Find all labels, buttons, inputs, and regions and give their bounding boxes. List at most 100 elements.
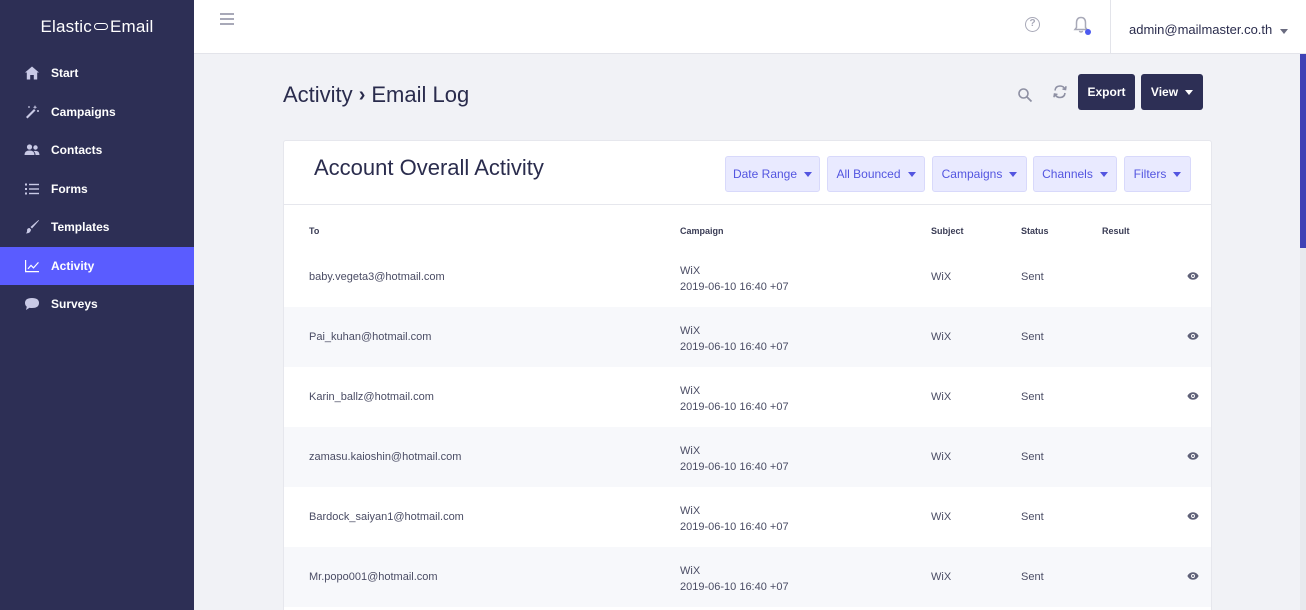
divider (1110, 0, 1111, 54)
eye-icon[interactable] (1187, 271, 1199, 283)
cell-campaign: WiX 2019-06-10 16:40 +07 (680, 323, 789, 355)
cell-status: Sent (1021, 391, 1044, 403)
scrollbar-thumb[interactable] (1300, 54, 1306, 248)
card-title: Account Overall Activity (314, 155, 544, 180)
users-icon (23, 142, 41, 158)
magic-wand-icon (23, 104, 41, 120)
filter-campaigns[interactable]: Campaigns (932, 156, 1027, 192)
table-row[interactable]: zamasu.kaioshin@hotmail.com WiX 2019-06-1… (284, 427, 1211, 487)
chevron-down-icon (1185, 89, 1194, 95)
cell-to: Karin_ballz@hotmail.com (309, 391, 434, 403)
column-header-status[interactable]: Status (1021, 226, 1049, 236)
chevron-down-icon (1173, 171, 1182, 177)
sidebar-item-label: Contacts (51, 143, 103, 158)
cell-campaign: WiX 2019-06-10 16:40 +07 (680, 263, 789, 295)
cell-to: zamasu.kaioshin@hotmail.com (309, 451, 462, 463)
user-menu[interactable]: admin@mailmaster.co.th (1129, 22, 1289, 37)
sidebar-nav: Start Campaigns Contacts Forms Templates… (0, 54, 194, 324)
sidebar-item-templates[interactable]: Templates (0, 208, 194, 247)
filter-label: Filters (1133, 167, 1167, 181)
sidebar-item-activity[interactable]: Activity (0, 246, 194, 285)
chart-line-icon (23, 258, 41, 274)
list-icon (23, 181, 41, 197)
cell-status: Sent (1021, 331, 1044, 343)
cell-campaign: WiX 2019-06-10 16:40 +07 (680, 563, 789, 595)
campaign-name: WiX (680, 505, 701, 517)
cell-subject: WiX (931, 271, 952, 283)
cell-subject: WiX (931, 331, 952, 343)
view-button[interactable]: View (1141, 74, 1203, 110)
filter-date-range[interactable]: Date Range (725, 156, 820, 192)
filter-label: Channels (1042, 167, 1093, 181)
campaign-date: 2019-06-10 16:40 +07 (680, 341, 789, 353)
cell-campaign: WiX 2019-06-10 16:40 +07 (680, 443, 789, 475)
sidebar-item-label: Campaigns (51, 104, 116, 119)
campaign-date: 2019-06-10 16:40 +07 (680, 461, 789, 473)
breadcrumb: Activity › Email Log (283, 82, 469, 108)
chevron-down-icon (1280, 29, 1289, 34)
brand-logo[interactable]: Elastic Email (0, 0, 194, 54)
search-icon[interactable] (1017, 87, 1033, 103)
sidebar-item-campaigns[interactable]: Campaigns (0, 93, 194, 132)
sidebar-item-contacts[interactable]: Contacts (0, 131, 194, 170)
campaign-name: WiX (680, 265, 701, 277)
eye-icon[interactable] (1187, 391, 1199, 403)
cell-subject: WiX (931, 511, 952, 523)
campaign-name: WiX (680, 445, 701, 457)
sidebar-item-label: Surveys (51, 297, 98, 312)
menu-toggle-icon[interactable] (220, 13, 234, 25)
sidebar-item-surveys[interactable]: Surveys (0, 285, 194, 324)
chevron-down-icon (907, 171, 916, 177)
campaign-date: 2019-06-10 16:40 +07 (680, 521, 789, 533)
filter-channels[interactable]: Channels (1033, 156, 1117, 192)
eye-icon[interactable] (1187, 511, 1199, 523)
column-header-to[interactable]: To (309, 226, 319, 236)
breadcrumb-separator: › (358, 83, 366, 106)
eye-icon[interactable] (1187, 331, 1199, 343)
sidebar-item-label: Activity (51, 258, 95, 273)
notification-badge (1085, 29, 1091, 35)
view-button-label: View (1150, 85, 1179, 99)
page-title: Email Log (371, 82, 470, 107)
table-row[interactable]: Bardock_saiyan1@hotmail.com WiX 2019-06-1… (284, 487, 1211, 547)
column-header-subject[interactable]: Subject (931, 226, 964, 236)
export-button[interactable]: Export (1078, 74, 1135, 110)
campaign-name: WiX (680, 325, 701, 337)
cell-subject: WiX (931, 451, 952, 463)
table-row[interactable]: Pai_kuhan@hotmail.com WiX 2019-06-10 16:4… (284, 307, 1211, 367)
filter-filters[interactable]: Filters (1124, 156, 1191, 192)
bell-icon[interactable] (1073, 16, 1091, 35)
breadcrumb-parent[interactable]: Activity (283, 82, 353, 108)
eye-icon[interactable] (1187, 451, 1199, 463)
eye-icon[interactable] (1187, 571, 1199, 583)
cell-status: Sent (1021, 271, 1044, 283)
sidebar-item-label: Templates (51, 220, 110, 235)
chevron-down-icon (804, 171, 813, 177)
sidebar-item-start[interactable]: Start (0, 54, 194, 93)
column-header-campaign[interactable]: Campaign (680, 226, 724, 236)
chevron-down-icon (1009, 171, 1018, 177)
cell-campaign: WiX 2019-06-10 16:40 +07 (680, 503, 789, 535)
table-row[interactable]: Mr.popo001@hotmail.com WiX 2019-06-10 16:… (284, 547, 1211, 607)
cell-campaign: WiX 2019-06-10 16:40 +07 (680, 383, 789, 415)
sidebar-item-forms[interactable]: Forms (0, 170, 194, 209)
chat-bubble-icon (23, 296, 41, 312)
filter-label: Campaigns (941, 167, 1003, 181)
home-icon (23, 65, 41, 81)
cell-to: Pai_kuhan@hotmail.com (309, 331, 432, 343)
refresh-icon[interactable] (1052, 83, 1068, 101)
cell-to: baby.vegeta3@hotmail.com (309, 271, 445, 283)
campaign-date: 2019-06-10 16:40 +07 (680, 401, 789, 413)
brand-left: Elastic (40, 17, 92, 36)
page-scrollbar[interactable] (1300, 54, 1306, 610)
table-row[interactable]: Karin_ballz@hotmail.com WiX 2019-06-10 16… (284, 367, 1211, 427)
column-header-result[interactable]: Result (1102, 226, 1130, 236)
filter-all-bounced[interactable]: All Bounced (827, 156, 925, 192)
link-icon (93, 22, 108, 30)
cell-subject: WiX (931, 391, 952, 403)
filter-label: All Bounced (836, 167, 901, 181)
table-row[interactable]: baby.vegeta3@hotmail.com WiX 2019-06-10 1… (284, 247, 1211, 307)
top-bar: ? admin@mailmaster.co.th (194, 0, 1306, 54)
help-icon[interactable]: ? (1025, 17, 1040, 32)
sidebar-item-label: Start (51, 66, 79, 81)
